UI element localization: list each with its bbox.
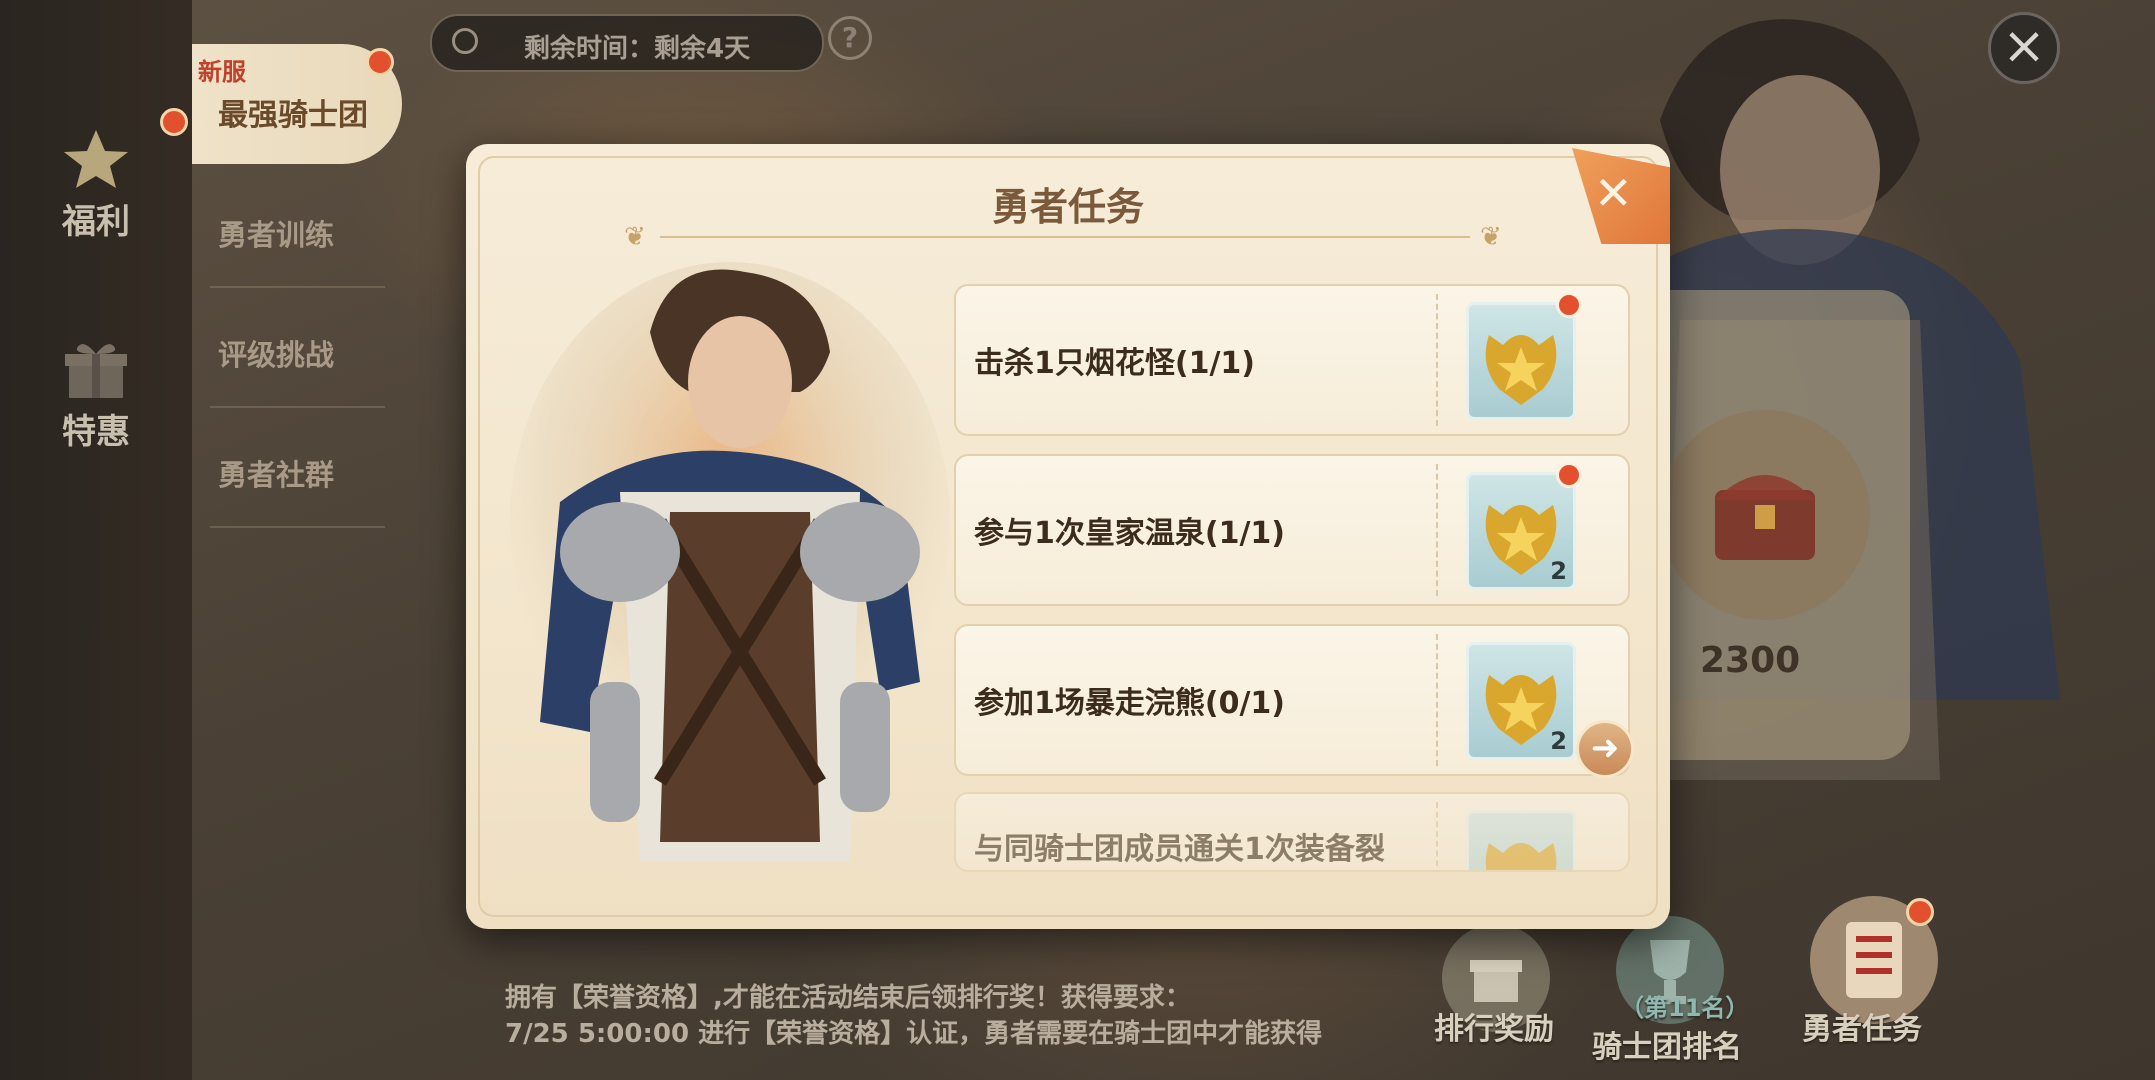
task-reward-medal[interactable]: [1466, 302, 1576, 420]
treasure-chest-icon: [1715, 475, 1815, 560]
hero-task-label: 勇者任务: [1802, 1012, 1922, 1047]
bottom-info-line2: 7/25 5:00:00 进行【荣誉资格】认证，勇者需要在骑士团中才能获得: [505, 1019, 1323, 1049]
task-reward-medal[interactable]: [1466, 810, 1576, 870]
task-reward-count: 2: [1550, 727, 1567, 755]
leaf-ornament-icon: ❦: [624, 222, 646, 252]
bottom-info-line1: 拥有【荣誉资格】,才能在活动结束后领排行奖！获得要求：: [505, 983, 1191, 1013]
ranking-reward-label: 排行奖励: [1434, 1012, 1554, 1047]
task-divider: [1436, 464, 1438, 596]
gold-medal-icon: [1485, 335, 1557, 405]
task-item[interactable]: 与同骑士团成员通关1次装备裂: [954, 792, 1630, 872]
new-server-tag: 新服: [198, 58, 246, 86]
task-divider: [1436, 294, 1438, 426]
divider: [210, 406, 385, 408]
submenu-item-community[interactable]: 勇者社群: [218, 452, 334, 494]
clock-icon: [452, 28, 478, 54]
task-reward-medal[interactable]: 2: [1466, 642, 1576, 760]
knight-ranking-sub: （第11名）: [1620, 994, 1750, 1022]
reward-value: 2300: [1700, 640, 1801, 681]
title-divider: [660, 236, 1470, 238]
submenu-label-active: 最强骑士团: [218, 98, 368, 133]
reward-chest-circle[interactable]: [1660, 410, 1870, 620]
remaining-time-pill: 剩余时间：剩余4天: [430, 14, 824, 72]
close-page-button[interactable]: ×: [1988, 12, 2060, 84]
arrow-right-button[interactable]: ➜: [1576, 720, 1634, 778]
notification-dot: [1556, 462, 1582, 488]
task-label: 击杀1只烟花怪(1/1): [974, 346, 1256, 381]
rail-item-specials[interactable]: 特惠: [0, 338, 192, 453]
submenu-item-rating[interactable]: 评级挑战: [218, 332, 334, 374]
rail-item-welfare[interactable]: 福利: [0, 126, 192, 243]
task-reward-medal[interactable]: 2: [1466, 472, 1576, 590]
notification-dot: [366, 48, 394, 76]
notification-dot: [1906, 898, 1934, 926]
rail-label-specials: 特惠: [62, 412, 130, 452]
submenu-item-training[interactable]: 勇者训练: [218, 212, 334, 254]
divider: [210, 526, 385, 528]
task-item[interactable]: 参加1场暴走浣熊(0/1) 2: [954, 624, 1630, 776]
star-icon: [64, 130, 128, 188]
task-item[interactable]: 参与1次皇家温泉(1/1) 2: [954, 454, 1630, 606]
remaining-time-text: 剩余时间：剩余4天: [524, 34, 751, 64]
bottom-info-text: 拥有【荣誉资格】,才能在活动结束后领排行奖！获得要求： 7/25 5:00:00…: [505, 980, 1322, 1052]
task-divider: [1436, 634, 1438, 766]
help-button[interactable]: ?: [828, 16, 872, 60]
task-divider: [1436, 802, 1438, 870]
knight-ranking-label: 骑士团排名: [1592, 1030, 1742, 1065]
task-reward-count: 2: [1550, 557, 1567, 585]
rail-label-welfare: 福利: [62, 202, 130, 242]
task-item[interactable]: 击杀1只烟花怪(1/1): [954, 284, 1630, 436]
task-label: 参与1次皇家温泉(1/1): [974, 516, 1286, 551]
gift-icon: [65, 344, 127, 398]
hero-portrait: [510, 262, 950, 862]
task-label: 与同骑士团成员通关1次装备裂: [974, 832, 1385, 867]
divider: [210, 286, 385, 288]
close-icon: ✕: [1594, 166, 1633, 220]
task-label: 参加1场暴走浣熊(0/1): [974, 686, 1286, 721]
leaf-ornament-icon: ❦: [1480, 222, 1502, 252]
gold-medal-icon: [1485, 843, 1557, 870]
notification-dot: [160, 108, 188, 136]
notification-dot: [1556, 292, 1582, 318]
